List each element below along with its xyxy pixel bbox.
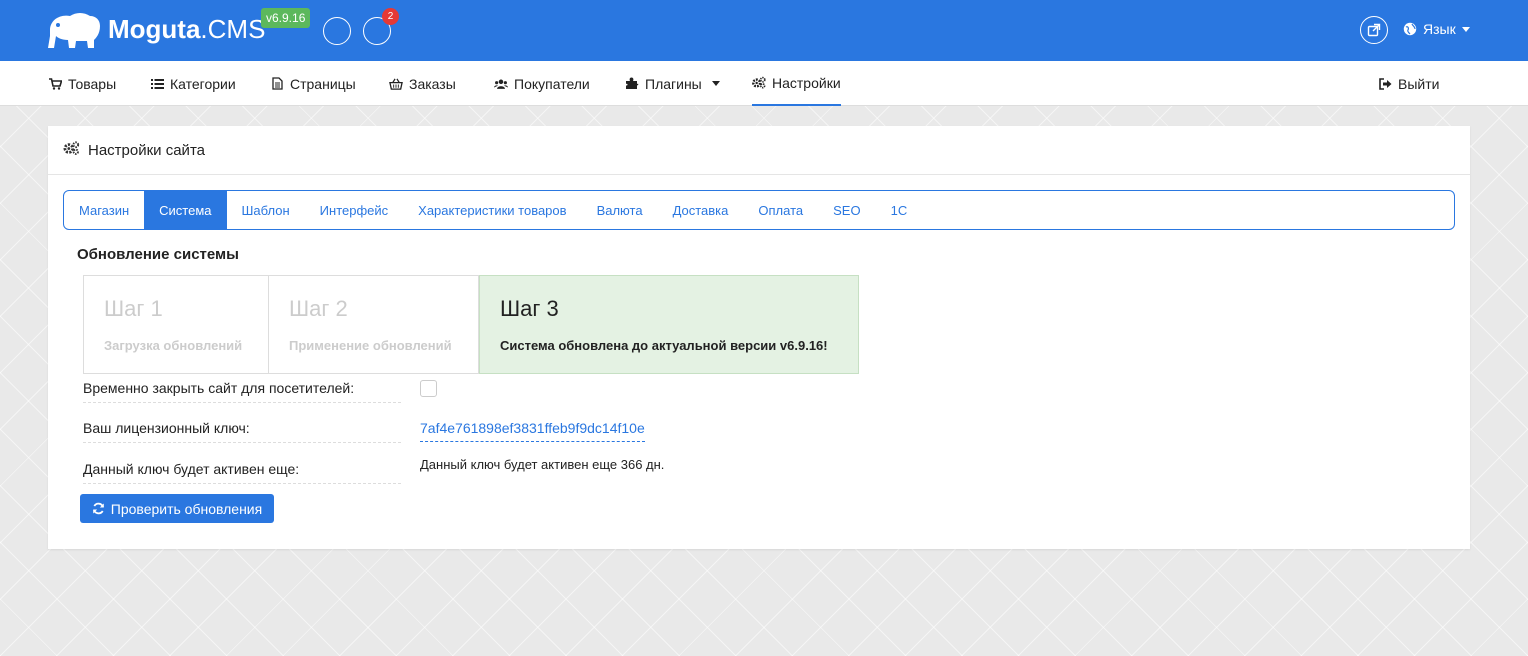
tab-system[interactable]: Система [144,191,227,229]
key-active-value: Данный ключ будет активен еще 366 дн. [420,457,665,472]
nav-item-plugins[interactable]: Плагины [625,61,720,106]
settings-panel: Настройки сайта Магазин Система Шаблон И… [48,126,1470,549]
basket-icon [389,77,403,91]
nav-item-pages[interactable]: Страницы [270,61,356,106]
license-key-label: Ваш лицензионный ключ: [83,420,401,443]
step-2: Шаг 2 Применение обновлений [269,275,479,374]
update-steps: Шаг 1 Загрузка обновлений Шаг 2 Применен… [83,275,859,374]
tab-product-properties[interactable]: Характеристики товаров [403,191,581,229]
license-key-link[interactable]: 7af4e761898ef3831ffeb9f9dc14f10e [420,420,645,442]
tab-currency[interactable]: Валюта [582,191,658,229]
tab-template[interactable]: Шаблон [227,191,305,229]
sign-out-icon [1378,77,1392,91]
external-link-icon [1367,23,1381,37]
tab-seo[interactable]: SEO [818,191,875,229]
logout-label: Выйти [1398,75,1440,92]
nav-item-categories[interactable]: Категории [150,61,236,106]
gears-icon [752,76,766,90]
close-site-checkbox[interactable] [420,380,437,397]
nav-label: Заказы [409,75,456,92]
language-dropdown[interactable]: Язык [1403,21,1470,37]
key-active-label: Данный ключ будет активен еще: [83,461,401,484]
list-icon [150,77,164,91]
chevron-down-icon [711,81,720,86]
language-label: Язык [1423,21,1456,37]
step-subtitle: Загрузка обновлений [104,338,243,353]
users-icon [494,77,508,91]
brand-name[interactable]: Moguta.CMS [108,14,265,45]
file-icon [270,77,284,91]
version-badge: v6.9.16 [261,8,311,28]
step-1: Шаг 1 Загрузка обновлений [83,275,269,374]
settings-tabs: Магазин Система Шаблон Интерфейс Характе… [63,190,1455,230]
top-bar: Moguta.CMS v6.9.16 2 Язык [0,0,1528,61]
tab-delivery[interactable]: Доставка [658,191,744,229]
step-3: Шаг 3 Система обновлена до актуальной ве… [479,275,859,374]
panel-title: Настройки сайта [88,141,205,159]
close-site-label: Временно закрыть сайт для посетителей: [83,380,401,403]
puzzle-icon [625,77,639,91]
step-title: Шаг 2 [289,296,348,321]
tab-interface[interactable]: Интерфейс [305,191,403,229]
check-updates-button[interactable]: Проверить обновления [80,494,274,523]
tab-shop[interactable]: Магазин [64,191,144,229]
nav-label: Настройки [772,74,841,91]
gears-icon [63,141,80,159]
nav-label: Товары [68,75,117,92]
tab-1c[interactable]: 1С [876,191,923,229]
nav-item-products[interactable]: Товары [48,61,116,106]
step-title: Шаг 3 [500,296,559,321]
globe-icon [1403,22,1417,36]
logo-bear-icon[interactable] [46,10,102,50]
nav-label: Страницы [290,75,356,92]
step-title: Шаг 1 [104,296,163,321]
user-circle-button[interactable] [323,17,351,45]
step-subtitle: Применение обновлений [289,338,452,353]
nav-label: Плагины [645,75,702,92]
section-title: Обновление системы [77,246,239,263]
tab-payment[interactable]: Оплата [743,191,818,229]
cart-icon [48,77,62,91]
refresh-icon [92,502,104,515]
notification-count-badge: 2 [382,8,399,25]
nav-item-customers[interactable]: Покупатели [494,61,590,106]
step-subtitle: Система обновлена до актуальной версии v… [500,338,828,353]
chevron-down-icon [1461,26,1470,32]
main-nav: Товары Категории Страницы Заказы Покупат… [0,61,1528,106]
external-link-button[interactable] [1360,16,1388,44]
check-updates-label: Проверить обновления [110,500,263,517]
nav-label: Покупатели [514,75,590,92]
logout-button[interactable]: Выйти [1378,61,1439,106]
nav-item-orders[interactable]: Заказы [389,61,456,106]
nav-item-settings[interactable]: Настройки [752,61,841,106]
nav-label: Категории [170,75,236,92]
panel-header: Настройки сайта [48,126,1470,175]
